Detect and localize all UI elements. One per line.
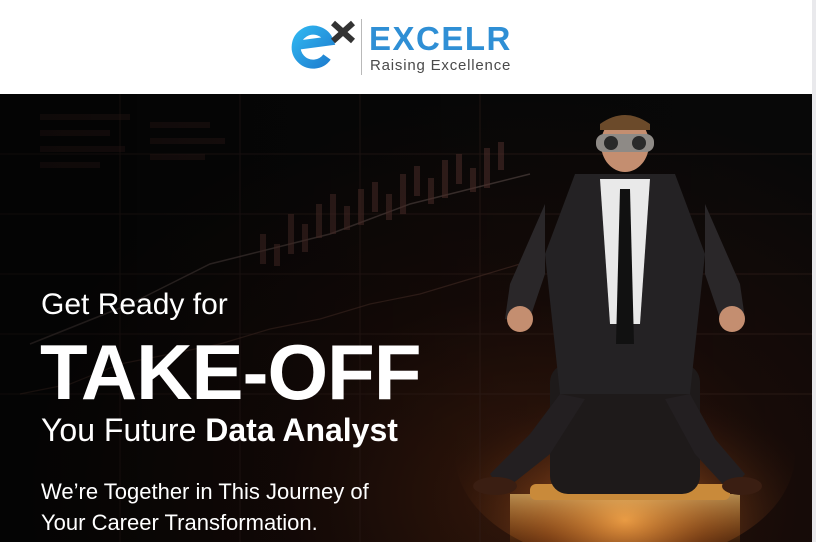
hero-pretitle: Get Ready for	[41, 288, 228, 321]
hero-body-text: We’re Together in This Journey of Your C…	[41, 476, 369, 538]
hero-subtitle-emphasis: Data Analyst	[205, 412, 398, 448]
scrollbar-track[interactable]	[812, 0, 816, 542]
excelr-ex-logo-icon	[291, 20, 356, 69]
email-header: EXCELR Raising Excellence	[0, 0, 812, 94]
hero-subtitle: You Future Data Analyst	[41, 412, 398, 448]
hero-subtitle-prefix: You Future	[41, 412, 197, 448]
hero-headline: TAKE-OFF	[40, 328, 421, 416]
hero-body-line-1: We’re Together in This Journey of	[41, 479, 369, 504]
businessman-with-goggles-on-rocket-chair	[455, 115, 795, 542]
hero-banner[interactable]: Get Ready for TAKE-OFF You Future Data A…	[0, 94, 812, 542]
brand-tagline: Raising Excellence	[370, 57, 512, 74]
brand-name: EXCELR	[369, 20, 512, 57]
hero-body-line-2: Your Career Transformation.	[41, 510, 318, 535]
excelr-logo[interactable]: EXCELR Raising Excellence	[289, 15, 529, 77]
logo-divider	[361, 19, 362, 75]
